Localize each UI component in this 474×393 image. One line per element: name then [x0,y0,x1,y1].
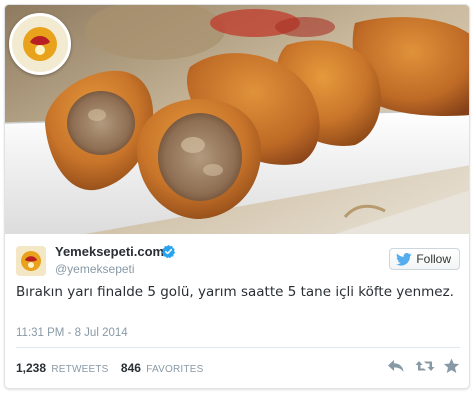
favorites-label[interactable]: FAVORITES [146,364,203,375]
tweet-photo[interactable] [5,5,469,234]
tweet-actions [387,358,461,374]
tweet-card: Yemeksepeti.com @yemeksepeti Follow Bıra… [4,4,470,389]
retweets-count[interactable]: 1,238 [16,361,46,375]
star-icon[interactable] [443,358,461,374]
tweet-text: Bırakın yarı finalde 5 golü, yarım saatt… [16,284,454,300]
avatar[interactable] [16,246,46,276]
screen-name[interactable]: @yemeksepeti [55,262,135,276]
favorites-count[interactable]: 846 [121,361,141,375]
retweets-label[interactable]: RETWEETS [51,364,108,375]
reply-icon[interactable] [387,358,405,374]
yemeksepeti-logo [9,13,71,75]
icli-kofte-photo [5,5,469,234]
twitter-bird-icon [396,252,412,266]
verified-badge-icon [161,244,176,259]
display-name[interactable]: Yemeksepeti.com [55,244,164,259]
timestamp[interactable]: 11:31 PM - 8 Jul 2014 [16,327,128,339]
follow-label: Follow [416,252,451,266]
divider [16,347,460,348]
retweet-icon[interactable] [415,358,435,374]
tweet-body: Yemeksepeti.com @yemeksepeti Follow Bıra… [5,234,469,388]
tweet-stats: 1,238 RETWEETS 846 FAVORITES [16,361,212,375]
follow-button[interactable]: Follow [389,248,460,270]
